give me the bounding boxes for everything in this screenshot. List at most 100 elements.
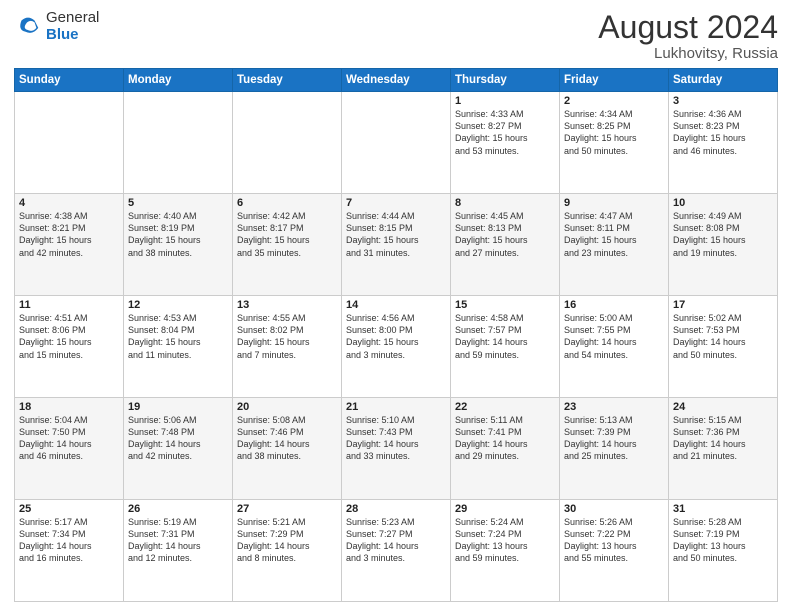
calendar-day-cell: 27Sunrise: 5:21 AM Sunset: 7:29 PM Dayli… xyxy=(233,500,342,602)
calendar-empty-cell xyxy=(15,92,124,194)
day-detail: Sunrise: 4:45 AM Sunset: 8:13 PM Dayligh… xyxy=(455,210,555,259)
calendar-day-cell: 25Sunrise: 5:17 AM Sunset: 7:34 PM Dayli… xyxy=(15,500,124,602)
logo-icon xyxy=(14,13,42,41)
day-detail: Sunrise: 5:06 AM Sunset: 7:48 PM Dayligh… xyxy=(128,414,228,463)
calendar-day-cell: 22Sunrise: 5:11 AM Sunset: 7:41 PM Dayli… xyxy=(451,398,560,500)
col-header-friday: Friday xyxy=(560,69,669,92)
day-detail: Sunrise: 4:58 AM Sunset: 7:57 PM Dayligh… xyxy=(455,312,555,361)
day-number: 17 xyxy=(673,299,773,311)
calendar-day-cell: 31Sunrise: 5:28 AM Sunset: 7:19 PM Dayli… xyxy=(669,500,778,602)
calendar-week-row: 1Sunrise: 4:33 AM Sunset: 8:27 PM Daylig… xyxy=(15,92,778,194)
day-number: 1 xyxy=(455,95,555,107)
day-number: 25 xyxy=(19,503,119,515)
location: Lukhovitsy, Russia xyxy=(598,45,778,62)
day-detail: Sunrise: 4:40 AM Sunset: 8:19 PM Dayligh… xyxy=(128,210,228,259)
logo-blue: Blue xyxy=(46,27,99,44)
day-detail: Sunrise: 4:56 AM Sunset: 8:00 PM Dayligh… xyxy=(346,312,446,361)
calendar-day-cell: 11Sunrise: 4:51 AM Sunset: 8:06 PM Dayli… xyxy=(15,296,124,398)
day-detail: Sunrise: 4:42 AM Sunset: 8:17 PM Dayligh… xyxy=(237,210,337,259)
day-number: 4 xyxy=(19,197,119,209)
day-number: 9 xyxy=(564,197,664,209)
calendar-day-cell: 10Sunrise: 4:49 AM Sunset: 8:08 PM Dayli… xyxy=(669,194,778,296)
day-detail: Sunrise: 5:26 AM Sunset: 7:22 PM Dayligh… xyxy=(564,516,664,565)
day-detail: Sunrise: 4:55 AM Sunset: 8:02 PM Dayligh… xyxy=(237,312,337,361)
calendar-week-row: 11Sunrise: 4:51 AM Sunset: 8:06 PM Dayli… xyxy=(15,296,778,398)
day-number: 3 xyxy=(673,95,773,107)
day-detail: Sunrise: 5:23 AM Sunset: 7:27 PM Dayligh… xyxy=(346,516,446,565)
calendar-day-cell: 4Sunrise: 4:38 AM Sunset: 8:21 PM Daylig… xyxy=(15,194,124,296)
day-detail: Sunrise: 4:49 AM Sunset: 8:08 PM Dayligh… xyxy=(673,210,773,259)
month-title: August 2024 xyxy=(598,10,778,45)
col-header-thursday: Thursday xyxy=(451,69,560,92)
day-detail: Sunrise: 4:34 AM Sunset: 8:25 PM Dayligh… xyxy=(564,108,664,157)
day-number: 8 xyxy=(455,197,555,209)
calendar-day-cell: 18Sunrise: 5:04 AM Sunset: 7:50 PM Dayli… xyxy=(15,398,124,500)
day-number: 22 xyxy=(455,401,555,413)
calendar-header-row: SundayMondayTuesdayWednesdayThursdayFrid… xyxy=(15,69,778,92)
day-number: 14 xyxy=(346,299,446,311)
day-detail: Sunrise: 5:17 AM Sunset: 7:34 PM Dayligh… xyxy=(19,516,119,565)
day-detail: Sunrise: 5:19 AM Sunset: 7:31 PM Dayligh… xyxy=(128,516,228,565)
day-detail: Sunrise: 5:02 AM Sunset: 7:53 PM Dayligh… xyxy=(673,312,773,361)
day-detail: Sunrise: 5:15 AM Sunset: 7:36 PM Dayligh… xyxy=(673,414,773,463)
calendar-week-row: 25Sunrise: 5:17 AM Sunset: 7:34 PM Dayli… xyxy=(15,500,778,602)
day-detail: Sunrise: 4:47 AM Sunset: 8:11 PM Dayligh… xyxy=(564,210,664,259)
title-block: August 2024 Lukhovitsy, Russia xyxy=(598,10,778,62)
calendar-day-cell: 5Sunrise: 4:40 AM Sunset: 8:19 PM Daylig… xyxy=(124,194,233,296)
day-detail: Sunrise: 4:51 AM Sunset: 8:06 PM Dayligh… xyxy=(19,312,119,361)
day-number: 28 xyxy=(346,503,446,515)
day-number: 29 xyxy=(455,503,555,515)
day-number: 15 xyxy=(455,299,555,311)
calendar-day-cell: 12Sunrise: 4:53 AM Sunset: 8:04 PM Dayli… xyxy=(124,296,233,398)
day-number: 20 xyxy=(237,401,337,413)
calendar-day-cell: 16Sunrise: 5:00 AM Sunset: 7:55 PM Dayli… xyxy=(560,296,669,398)
day-number: 19 xyxy=(128,401,228,413)
day-number: 18 xyxy=(19,401,119,413)
logo: General Blue xyxy=(14,10,99,43)
calendar-day-cell: 14Sunrise: 4:56 AM Sunset: 8:00 PM Dayli… xyxy=(342,296,451,398)
day-detail: Sunrise: 5:08 AM Sunset: 7:46 PM Dayligh… xyxy=(237,414,337,463)
day-detail: Sunrise: 4:53 AM Sunset: 8:04 PM Dayligh… xyxy=(128,312,228,361)
day-number: 6 xyxy=(237,197,337,209)
day-number: 11 xyxy=(19,299,119,311)
col-header-wednesday: Wednesday xyxy=(342,69,451,92)
calendar-week-row: 4Sunrise: 4:38 AM Sunset: 8:21 PM Daylig… xyxy=(15,194,778,296)
calendar-day-cell: 28Sunrise: 5:23 AM Sunset: 7:27 PM Dayli… xyxy=(342,500,451,602)
calendar-day-cell: 6Sunrise: 4:42 AM Sunset: 8:17 PM Daylig… xyxy=(233,194,342,296)
day-detail: Sunrise: 5:21 AM Sunset: 7:29 PM Dayligh… xyxy=(237,516,337,565)
day-number: 30 xyxy=(564,503,664,515)
col-header-tuesday: Tuesday xyxy=(233,69,342,92)
calendar-day-cell: 2Sunrise: 4:34 AM Sunset: 8:25 PM Daylig… xyxy=(560,92,669,194)
calendar-day-cell: 9Sunrise: 4:47 AM Sunset: 8:11 PM Daylig… xyxy=(560,194,669,296)
day-number: 12 xyxy=(128,299,228,311)
day-detail: Sunrise: 4:44 AM Sunset: 8:15 PM Dayligh… xyxy=(346,210,446,259)
calendar-day-cell: 30Sunrise: 5:26 AM Sunset: 7:22 PM Dayli… xyxy=(560,500,669,602)
day-detail: Sunrise: 5:28 AM Sunset: 7:19 PM Dayligh… xyxy=(673,516,773,565)
calendar-day-cell: 8Sunrise: 4:45 AM Sunset: 8:13 PM Daylig… xyxy=(451,194,560,296)
day-number: 24 xyxy=(673,401,773,413)
day-detail: Sunrise: 4:33 AM Sunset: 8:27 PM Dayligh… xyxy=(455,108,555,157)
day-number: 23 xyxy=(564,401,664,413)
day-number: 31 xyxy=(673,503,773,515)
logo-text: General Blue xyxy=(46,10,99,43)
calendar-day-cell: 21Sunrise: 5:10 AM Sunset: 7:43 PM Dayli… xyxy=(342,398,451,500)
day-detail: Sunrise: 5:00 AM Sunset: 7:55 PM Dayligh… xyxy=(564,312,664,361)
day-number: 7 xyxy=(346,197,446,209)
col-header-sunday: Sunday xyxy=(15,69,124,92)
day-number: 10 xyxy=(673,197,773,209)
calendar-day-cell: 26Sunrise: 5:19 AM Sunset: 7:31 PM Dayli… xyxy=(124,500,233,602)
day-number: 2 xyxy=(564,95,664,107)
day-detail: Sunrise: 4:38 AM Sunset: 8:21 PM Dayligh… xyxy=(19,210,119,259)
calendar-day-cell: 20Sunrise: 5:08 AM Sunset: 7:46 PM Dayli… xyxy=(233,398,342,500)
calendar-day-cell: 13Sunrise: 4:55 AM Sunset: 8:02 PM Dayli… xyxy=(233,296,342,398)
calendar-day-cell: 29Sunrise: 5:24 AM Sunset: 7:24 PM Dayli… xyxy=(451,500,560,602)
calendar-day-cell: 15Sunrise: 4:58 AM Sunset: 7:57 PM Dayli… xyxy=(451,296,560,398)
day-detail: Sunrise: 5:13 AM Sunset: 7:39 PM Dayligh… xyxy=(564,414,664,463)
calendar-week-row: 18Sunrise: 5:04 AM Sunset: 7:50 PM Dayli… xyxy=(15,398,778,500)
day-number: 16 xyxy=(564,299,664,311)
calendar-empty-cell xyxy=(124,92,233,194)
day-number: 26 xyxy=(128,503,228,515)
header: General Blue August 2024 Lukhovitsy, Rus… xyxy=(14,10,778,62)
day-number: 13 xyxy=(237,299,337,311)
calendar-day-cell: 1Sunrise: 4:33 AM Sunset: 8:27 PM Daylig… xyxy=(451,92,560,194)
